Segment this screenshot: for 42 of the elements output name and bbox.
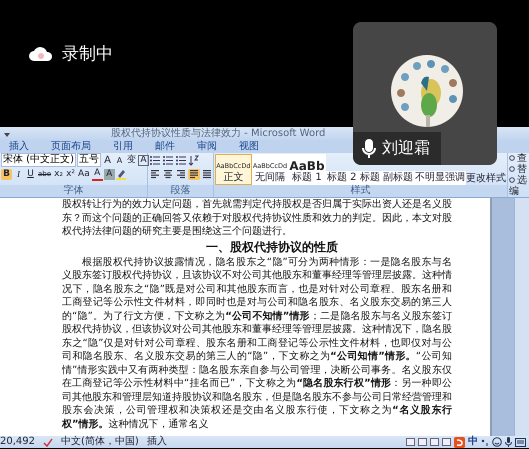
format-button[interactable]: A bbox=[102, 154, 113, 166]
format-button[interactable]: 变 bbox=[126, 154, 137, 166]
format-button[interactable]: x² bbox=[65, 168, 76, 180]
group-label: 样式 bbox=[214, 185, 507, 197]
ribbon-tab[interactable]: 页面布局 bbox=[42, 141, 100, 153]
group-label: 字体 bbox=[0, 185, 147, 197]
style-gallery-item[interactable]: 标题 bbox=[358, 171, 382, 185]
input-mode-status[interactable]: 中 bbox=[468, 436, 478, 448]
ribbon-tab[interactable]: 视图 bbox=[230, 141, 268, 153]
editing-button[interactable]: 选 bbox=[509, 175, 529, 186]
ribbon-tab[interactable]: 引用 bbox=[104, 141, 142, 153]
style-gallery-item[interactable]: 标题 2 bbox=[326, 171, 358, 185]
participant-name: 刘迎霜 bbox=[382, 138, 430, 159]
format-button[interactable]: x₂ bbox=[53, 168, 64, 180]
editing-button[interactable]: 查 bbox=[509, 153, 529, 164]
style-gallery-item[interactable]: 不明显强调 bbox=[414, 171, 466, 185]
format-button[interactable]: A bbox=[104, 168, 115, 180]
format-button[interactable]: I bbox=[13, 168, 24, 180]
language-status[interactable]: 中文(简体，中国) bbox=[61, 436, 139, 448]
body-paragraph: 股权转让行为的效力认定问题，首先就需判定代持股权是否归属于实际出资人还是名义股东？而这个问题的正确回答又依赖于对股权代持协议性质和效力的判定。因此，本文对股权代持法律问题的研究主要是围绕这三个问题进行。 bbox=[62, 198, 452, 238]
editing-button[interactable]: 替 bbox=[509, 164, 529, 175]
window-title: 股权代持协议性质与法律效力 - Microsoft Word bbox=[111, 127, 326, 140]
change-styles-button[interactable]: 更改样式 bbox=[466, 173, 506, 185]
group-label: 段落 bbox=[148, 185, 213, 197]
ribbon-tab[interactable]: 邮件 bbox=[146, 141, 184, 153]
group-label: 编 bbox=[509, 186, 520, 197]
style-gallery-item[interactable]: AaBb 标题 1 bbox=[288, 154, 326, 185]
format-button[interactable]: B bbox=[1, 168, 12, 180]
font-size-field[interactable]: 五号 bbox=[76, 153, 101, 167]
format-button[interactable]: Aa bbox=[77, 168, 91, 180]
format-button[interactable]: A bbox=[138, 154, 149, 166]
body-paragraph: 根据股权代持协议披露情况，隐名股东之“隐”可分为两种情形：一是隐名股东与名义股东签订股权代持协议，且该协议不对公司其他股东和董事经理等管理层披露。这种情况下，隐名股东之“隐”既是对公司和其他股东而言，也是对针对公司章程、股东名册和工商登记等公示性文件材料，即同时也是对与公司和隐名股东、名义股东交易的第三人的“隐”。为了行文方便，下文称之为“公司不知情”情形；二是隐名股东与名义股东签订股权代持协议，但该协议对公司其他股东和董事经理等管理层披露。这种情况下，隐名股东之“隐”仅是对针对公司章程、股东名册和工商登记等公示性文件材料，也即仅对与公司和隐名股东、名义股东交易的第三人的“隐”，下文称之为“公司知情”情形。“公司知情”情形实践中又有两种类型：隐名股东亲自参与公司管理，决断公司事务。名义股东仅在工商登记等公示性材料中“挂名而已”，下文称之为“隐名股东行权”情形：另一种即公司其他股东和管理层知道持股协议和隐名股东，但是隐名股东不参与公司日常经营管理和股东会决策，公司管理权和决策权还是交由名义股东行使，下文称之为“名义股东行权”情形。这种情况下，通常名义 bbox=[62, 256, 452, 431]
ribbon-tab[interactable]: 插入 bbox=[0, 141, 38, 153]
insert-mode-status[interactable]: 插入 bbox=[146, 436, 167, 448]
format-button[interactable]: A bbox=[114, 154, 125, 166]
recording-status: 录制中 bbox=[62, 44, 113, 64]
style-gallery-item[interactable]: 副标题 bbox=[382, 171, 414, 185]
font-name-field[interactable]: 宋体 (中文正文) bbox=[1, 153, 76, 167]
ribbon-tab[interactable]: 审阅 bbox=[188, 141, 226, 153]
word-count: 20,492 bbox=[0, 436, 35, 448]
format-button[interactable]: U bbox=[25, 168, 36, 180]
section-heading: 一、股权代持协议的性质 bbox=[205, 240, 339, 254]
